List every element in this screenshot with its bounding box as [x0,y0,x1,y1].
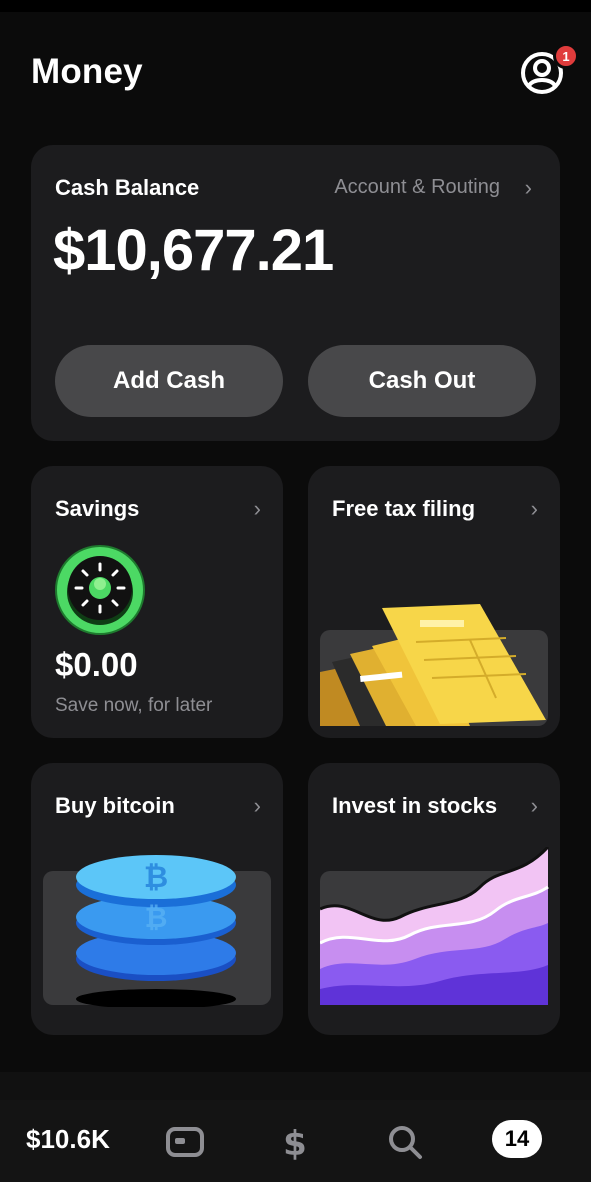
bitcoin-coins-illustration: ₿ ₿ [43,847,273,1007]
stocks-title: Invest in stocks [332,793,498,818]
invest-in-stocks-tile[interactable]: Invest in stocks › [308,763,560,1035]
page-title: Money [31,52,143,91]
chevron-right-icon: › [253,793,261,818]
svg-text:₿: ₿ [144,860,168,895]
free-tax-filing-tile[interactable]: Free tax filing › [308,466,560,738]
cash-balance-label: Cash Balance [55,175,200,200]
cash-balance-card: Cash Balance Account & Routing › $10,677… [31,145,560,441]
account-routing-link[interactable]: Account & Routing [334,176,500,199]
chevron-right-icon: › [530,496,538,521]
status-bar [0,0,591,12]
savings-vault-icon [54,544,146,636]
tab-balance[interactable]: $10.6K [26,1124,110,1155]
search-icon[interactable] [385,1122,425,1162]
section-divider [0,1072,591,1102]
svg-text:₿: ₿ [145,901,168,934]
savings-amount: $0.00 [55,646,138,683]
svg-text:$: $ [283,1124,307,1162]
chevron-right-icon[interactable]: › [525,175,532,201]
chevron-right-icon: › [530,793,538,818]
buy-bitcoin-tile[interactable]: Buy bitcoin › ₿ ₿ [31,763,283,1035]
cash-out-button[interactable]: Cash Out [308,345,536,417]
dollar-icon[interactable]: $ [275,1122,315,1162]
cash-balance-amount: $10,677.21 [53,218,334,283]
tax-title: Free tax filing [332,496,476,521]
savings-tile[interactable]: Savings › $0.00 Save now, for later [31,466,283,738]
activity-badge[interactable]: 14 [492,1120,542,1158]
bottom-tab-bar: $10.6K $ 14 [0,1100,591,1182]
bitcoin-title: Buy bitcoin [55,793,175,818]
stocks-waves-illustration [320,847,550,1007]
add-cash-button[interactable]: Add Cash [55,345,283,417]
money-screen: Money 1 Cash Balance Account & Routing ›… [0,0,591,1182]
savings-title: Savings [55,496,140,521]
card-icon[interactable] [165,1122,205,1162]
savings-subtitle: Save now, for later [55,695,213,716]
chevron-right-icon: › [253,496,261,521]
notification-badge: 1 [553,43,579,69]
tax-documents-illustration [320,602,550,728]
